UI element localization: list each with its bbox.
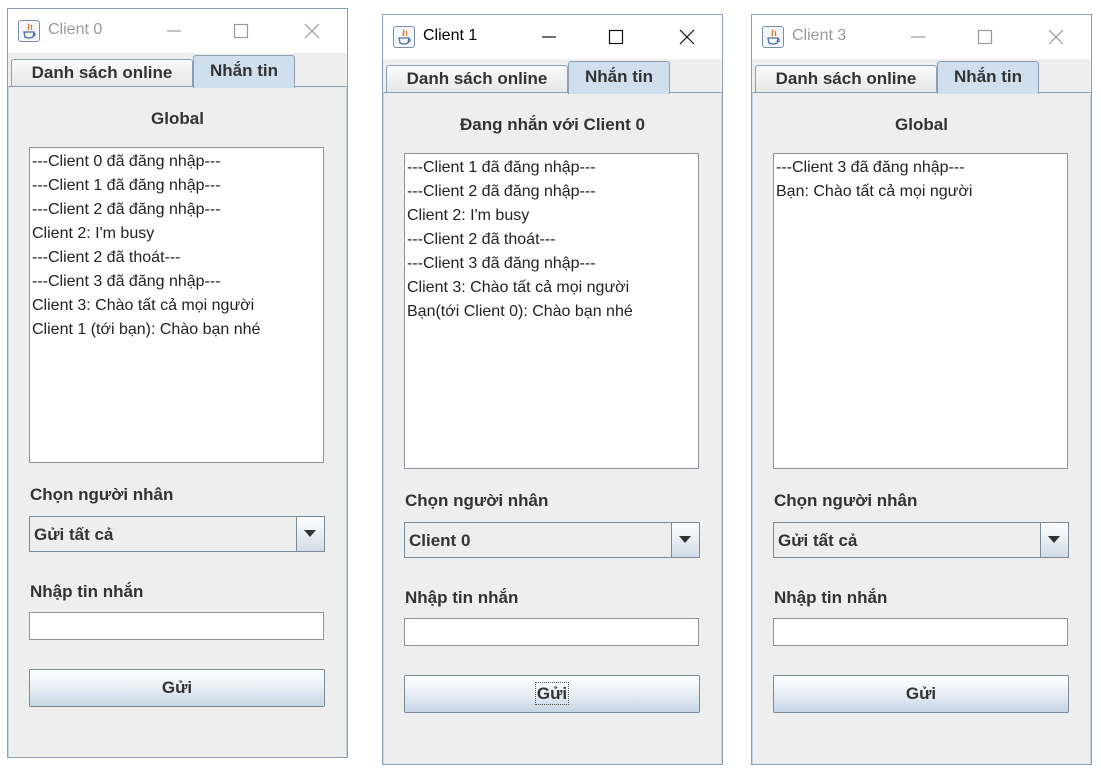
messaging-panel: Global ---Client 0 đã đăng nhập--- ---Cli… xyxy=(8,86,347,757)
message-line: ---Client 3 đã đăng nhập--- xyxy=(776,159,965,176)
window-title: Client 3 xyxy=(792,27,847,44)
send-button-label: Gửi xyxy=(905,684,937,703)
message-label: Nhập tin nhắn xyxy=(774,588,888,607)
chat-heading: Global xyxy=(151,109,204,128)
java-app-icon xyxy=(393,26,415,48)
message-label: Nhập tin nhắn xyxy=(30,582,144,601)
window-title: Client 0 xyxy=(48,21,103,38)
message-line: ---Client 2 đã thoát--- xyxy=(407,231,556,248)
recipient-select[interactable]: Client 0 xyxy=(404,522,700,558)
tab-strip: Danh sách online Nhắn tin xyxy=(8,53,347,88)
close-icon[interactable] xyxy=(1036,23,1076,51)
message-line: ---Client 2 đã thoát--- xyxy=(32,249,181,266)
message-line: ---Client 1 đã đăng nhập--- xyxy=(407,159,596,176)
title-bar[interactable]: Client 1 xyxy=(383,15,722,59)
recipient-selected-value: Client 0 xyxy=(409,531,471,550)
message-log[interactable]: ---Client 1 đã đăng nhập--- ---Client 2 đ… xyxy=(404,153,699,469)
recipient-label: Chọn người nhân xyxy=(774,491,918,510)
recipient-selected-value: Gửi tất cả xyxy=(778,531,858,550)
message-line: Client 2: I'm busy xyxy=(32,225,155,242)
client-window[interactable]: Client 1 Danh sách online Nhắn tin Đang … xyxy=(382,14,723,765)
message-line: Bạn(tới Client 0): Chào bạn nhé xyxy=(407,303,633,320)
message-line: Client 3: Chào tất cả mọi người xyxy=(32,297,255,314)
tab-messaging[interactable]: Nhắn tin xyxy=(937,61,1039,94)
send-button[interactable]: Gửi xyxy=(404,675,700,713)
title-bar[interactable]: Client 0 xyxy=(8,9,347,53)
tab-strip: Danh sách online Nhắn tin xyxy=(383,59,722,94)
tab-online-list[interactable]: Danh sách online xyxy=(11,59,193,87)
maximize-icon[interactable] xyxy=(221,17,261,45)
message-line: ---Client 2 đã đăng nhập--- xyxy=(407,183,596,200)
minimize-icon[interactable] xyxy=(529,23,569,51)
maximize-icon[interactable] xyxy=(596,23,636,51)
tab-messaging[interactable]: Nhắn tin xyxy=(193,55,295,88)
recipient-label: Chọn người nhân xyxy=(405,491,549,510)
chat-heading: Đang nhắn với Client 0 xyxy=(460,115,645,134)
messaging-panel: Global ---Client 3 đã đăng nhập--- Bạn: C… xyxy=(752,92,1091,764)
message-log[interactable]: ---Client 3 đã đăng nhập--- Bạn: Chào tất… xyxy=(773,153,1068,469)
minimize-icon[interactable] xyxy=(898,23,938,51)
client-window[interactable]: Client 3 Danh sách online Nhắn tin Globa… xyxy=(751,14,1092,765)
dropdown-arrow-button[interactable] xyxy=(671,523,699,557)
java-app-icon xyxy=(762,26,784,48)
close-icon[interactable] xyxy=(292,17,332,45)
recipient-select[interactable]: Gửi tất cả xyxy=(773,522,1069,558)
recipient-label: Chọn người nhân xyxy=(30,485,174,504)
recipient-selected-value: Gửi tất cả xyxy=(34,525,114,544)
message-line: ---Client 2 đã đăng nhập--- xyxy=(32,201,221,218)
title-bar[interactable]: Client 3 xyxy=(752,15,1091,59)
message-input[interactable] xyxy=(404,618,699,646)
message-input[interactable] xyxy=(29,612,324,640)
send-button[interactable]: Gửi xyxy=(29,669,325,707)
close-icon[interactable] xyxy=(667,23,707,51)
send-button[interactable]: Gửi xyxy=(773,675,1069,713)
message-line: ---Client 1 đã đăng nhập--- xyxy=(32,177,221,194)
message-input[interactable] xyxy=(773,618,1068,646)
send-button-label: Gửi xyxy=(161,678,193,697)
client-window[interactable]: Client 0 Danh sách online Nhắn tin Globa… xyxy=(7,8,348,758)
dropdown-arrow-button[interactable] xyxy=(296,517,324,551)
tab-messaging[interactable]: Nhắn tin xyxy=(568,61,670,94)
chat-heading: Global xyxy=(895,115,948,134)
minimize-icon[interactable] xyxy=(154,17,194,45)
java-app-icon xyxy=(18,20,40,42)
tab-strip: Danh sách online Nhắn tin xyxy=(752,59,1091,94)
send-button-label: Gửi xyxy=(534,682,570,705)
message-line: Client 1 (tới bạn): Chào bạn nhé xyxy=(32,321,261,338)
message-line: Client 3: Chào tất cả mọi người xyxy=(407,279,630,296)
dropdown-arrow-button[interactable] xyxy=(1040,523,1068,557)
message-line: ---Client 0 đã đăng nhập--- xyxy=(32,153,221,170)
maximize-icon[interactable] xyxy=(965,23,1005,51)
message-line: ---Client 3 đã đăng nhập--- xyxy=(32,273,221,290)
recipient-select[interactable]: Gửi tất cả xyxy=(29,516,325,552)
window-title: Client 1 xyxy=(423,27,478,44)
tab-online-list[interactable]: Danh sách online xyxy=(386,65,568,93)
message-line: Client 2: I'm busy xyxy=(407,207,530,224)
message-log[interactable]: ---Client 0 đã đăng nhập--- ---Client 1 đ… xyxy=(29,147,324,463)
message-line: Bạn: Chào tất cả mọi người xyxy=(776,183,973,200)
message-label: Nhập tin nhắn xyxy=(405,588,519,607)
messaging-panel: Đang nhắn với Client 0 ---Client 1 đã đă… xyxy=(383,92,722,764)
tab-online-list[interactable]: Danh sách online xyxy=(755,65,937,93)
message-line: ---Client 3 đã đăng nhập--- xyxy=(407,255,596,272)
